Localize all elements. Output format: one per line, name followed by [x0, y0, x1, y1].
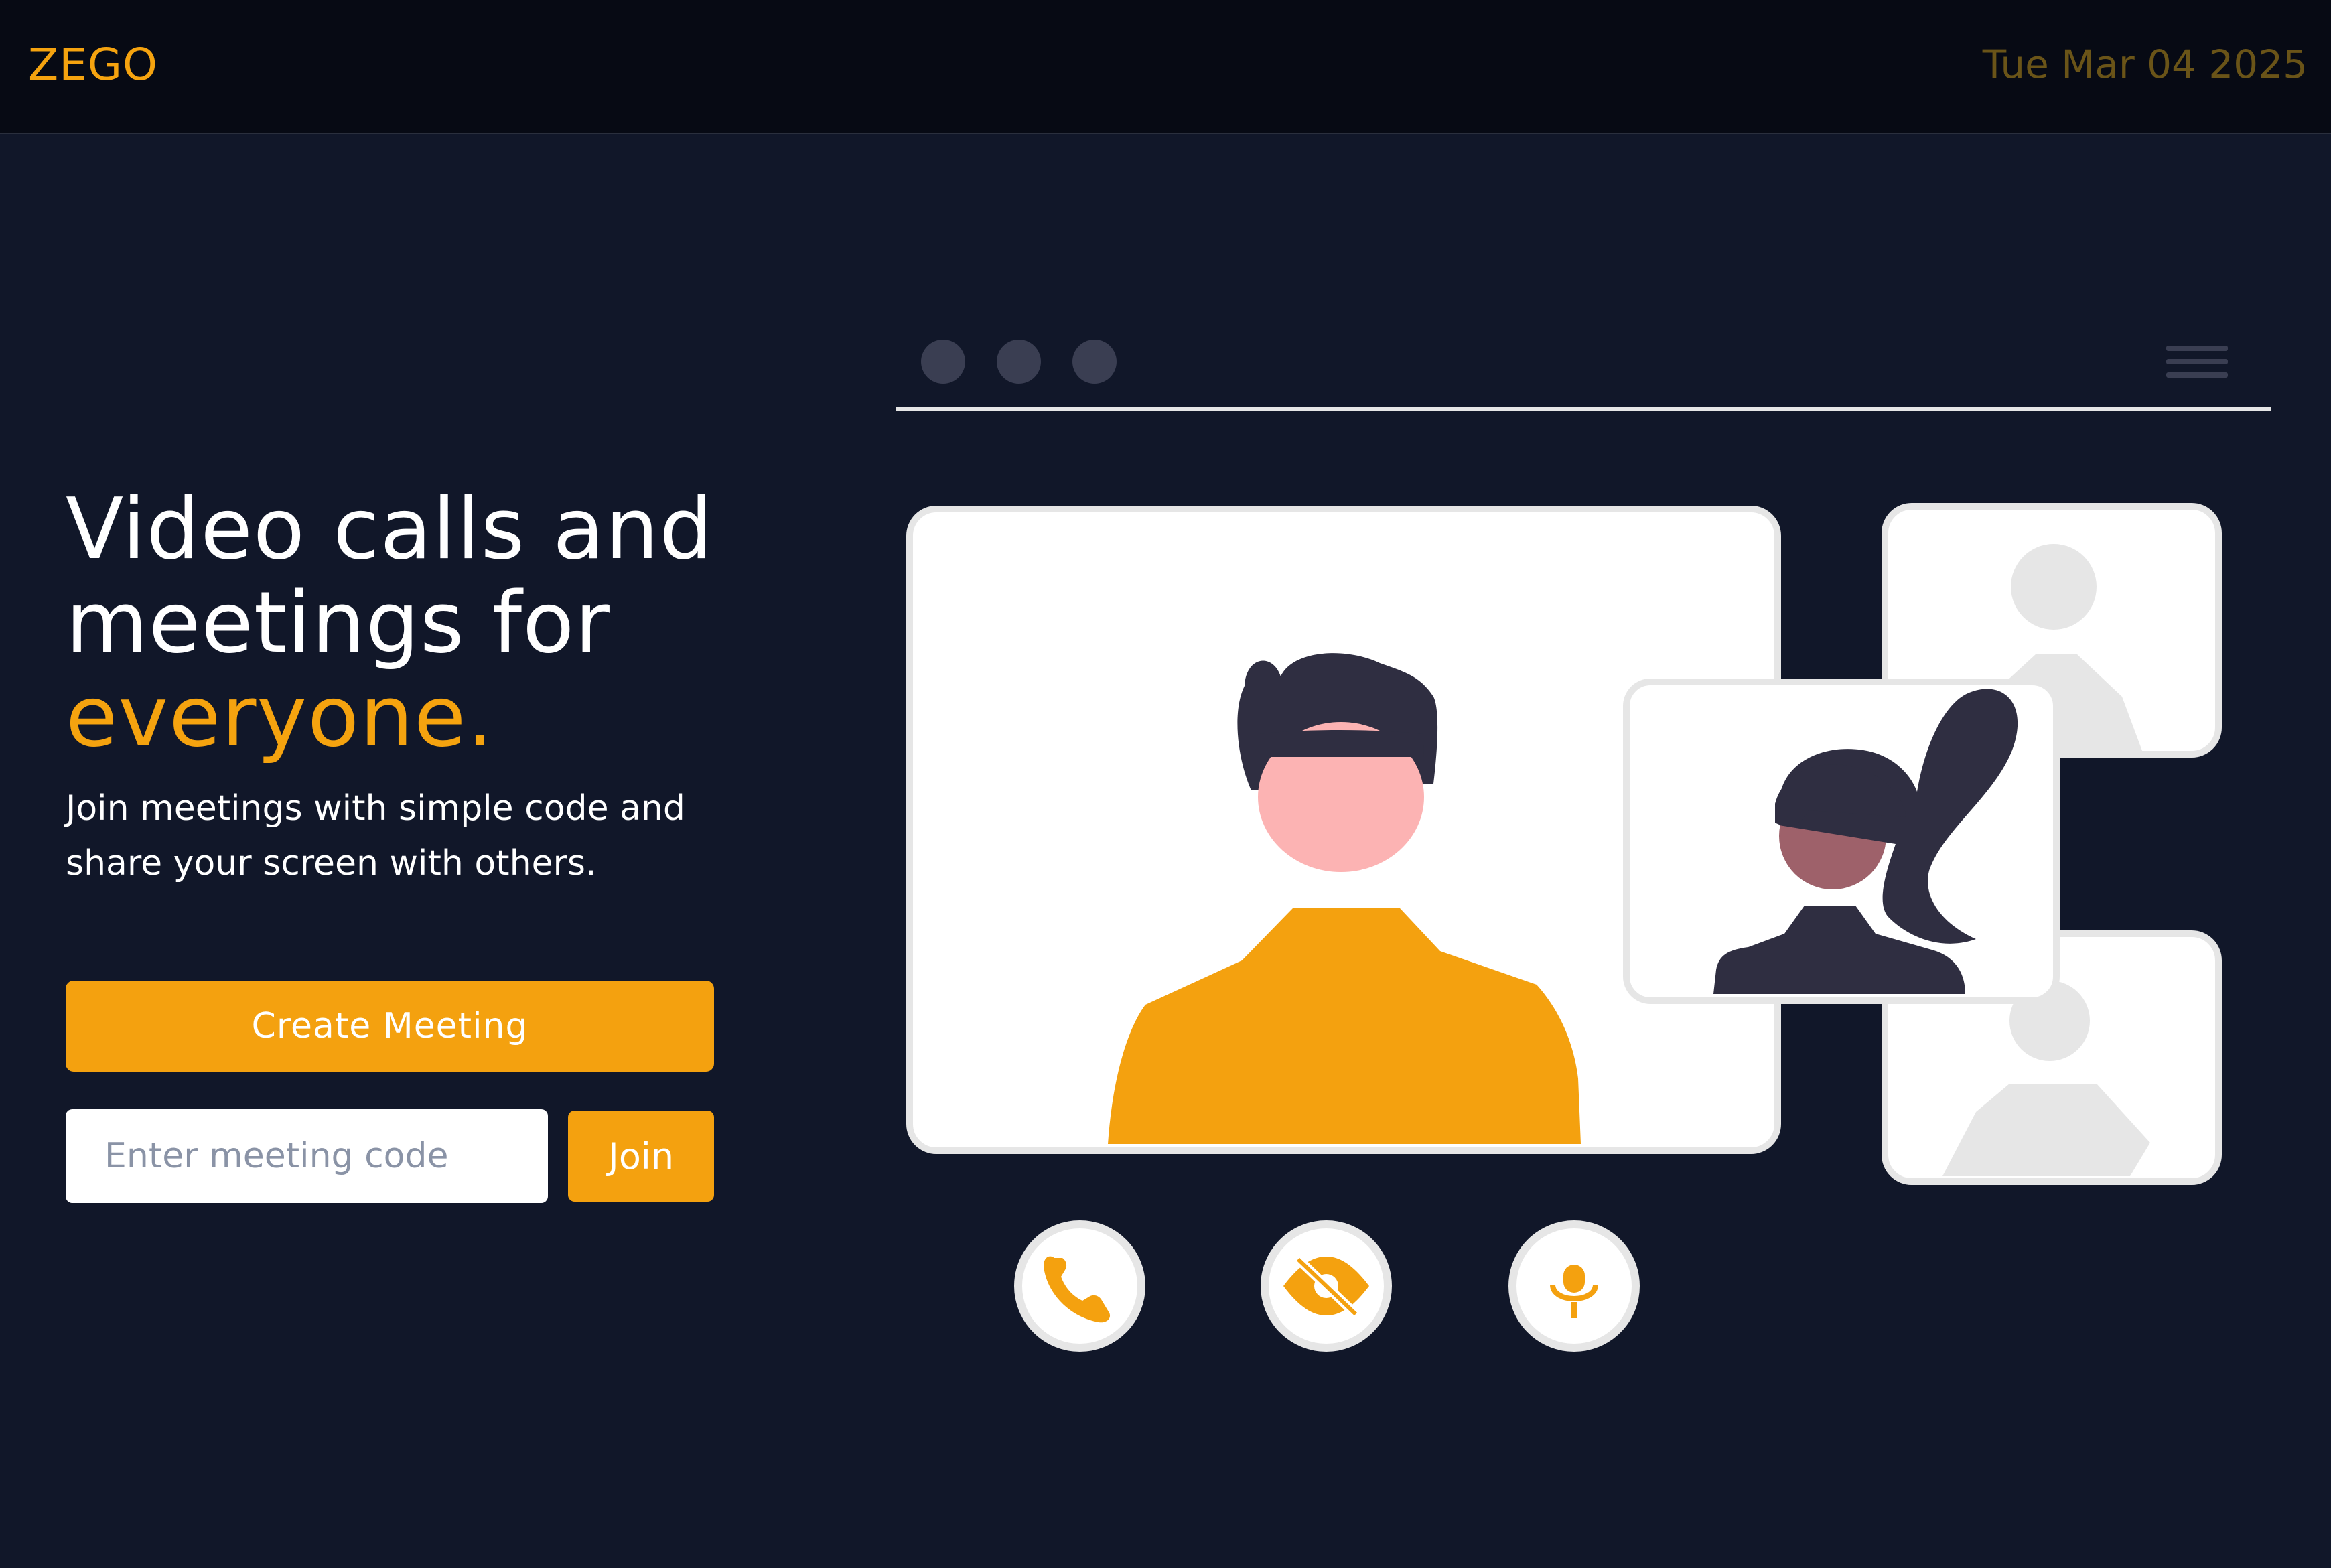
phone-button[interactable] [1014, 1220, 1145, 1352]
window-dot [1072, 340, 1117, 384]
hamburger-menu-icon [2166, 346, 2228, 378]
window-divider [896, 407, 2271, 411]
window-dot [997, 340, 1041, 384]
video-call-illustration [896, 340, 2271, 1352]
microphone-button[interactable] [1508, 1220, 1640, 1352]
window-dot [921, 340, 965, 384]
window-chrome [896, 340, 2271, 411]
center-participant-tile [1623, 679, 2060, 1004]
call-controls [1014, 1220, 1640, 1352]
camera-off-button[interactable] [1261, 1220, 1392, 1352]
